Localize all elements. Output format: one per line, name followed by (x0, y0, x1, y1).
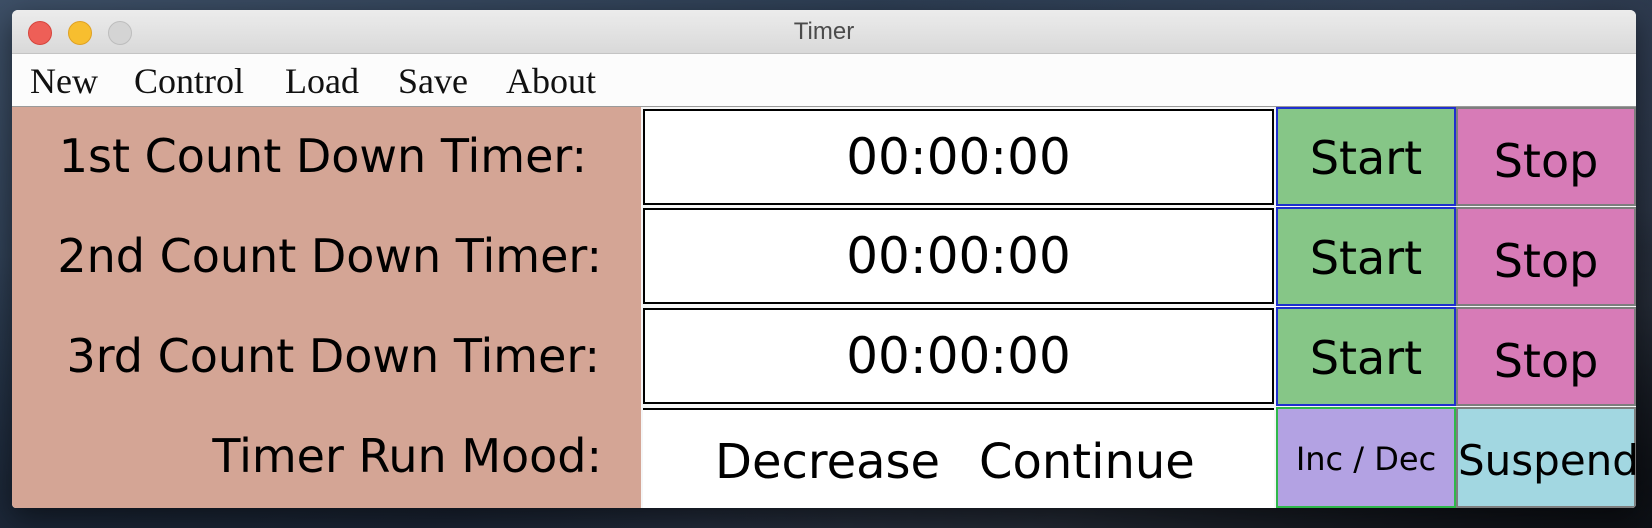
timer-window: Timer New Control Load Save About 1st Co… (12, 10, 1636, 508)
timer-1-stop-button[interactable]: Stop (1456, 107, 1636, 206)
timer-1-time-field[interactable]: 00:00:00 (643, 109, 1274, 205)
timer-panel: 1st Count Down Timer: 2nd Count Down Tim… (12, 107, 1636, 508)
suspend-button[interactable]: Suspend (1456, 407, 1636, 508)
timer-2-start-button[interactable]: Start (1276, 207, 1456, 306)
menu-new[interactable]: New (30, 54, 98, 106)
timer-3-start-button[interactable]: Start (1276, 307, 1456, 406)
inc-dec-button[interactable]: Inc / Dec (1276, 407, 1456, 508)
menu-control[interactable]: Control (134, 54, 244, 106)
timer-2-time-field[interactable]: 00:00:00 (643, 208, 1274, 304)
timer-3-stop-button[interactable]: Stop (1456, 307, 1636, 406)
timer-1-start-button[interactable]: Start (1276, 107, 1456, 206)
timer-3-label: 3rd Count Down Timer: (66, 329, 600, 383)
label-column: 1st Count Down Timer: 2nd Count Down Tim… (12, 107, 641, 508)
timer-2-stop-button[interactable]: Stop (1456, 207, 1636, 306)
run-mode-display: Decrease Continue (643, 408, 1274, 508)
run-mode-label: Timer Run Mood: (212, 429, 602, 483)
menu-load[interactable]: Load (285, 54, 359, 106)
timer-2-label: 2nd Count Down Timer: (57, 229, 602, 283)
menu-about[interactable]: About (506, 54, 596, 106)
timer-3-time-field[interactable]: 00:00:00 (643, 308, 1274, 404)
menu-bar: New Control Load Save About (12, 54, 1636, 107)
title-bar[interactable]: Timer (12, 10, 1636, 54)
timer-1-label: 1st Count Down Timer: (58, 129, 587, 183)
run-mode-behavior: Continue (979, 434, 1195, 490)
window-title: Timer (793, 18, 855, 45)
run-mode-direction: Decrease (715, 434, 941, 490)
menu-save[interactable]: Save (398, 54, 468, 106)
